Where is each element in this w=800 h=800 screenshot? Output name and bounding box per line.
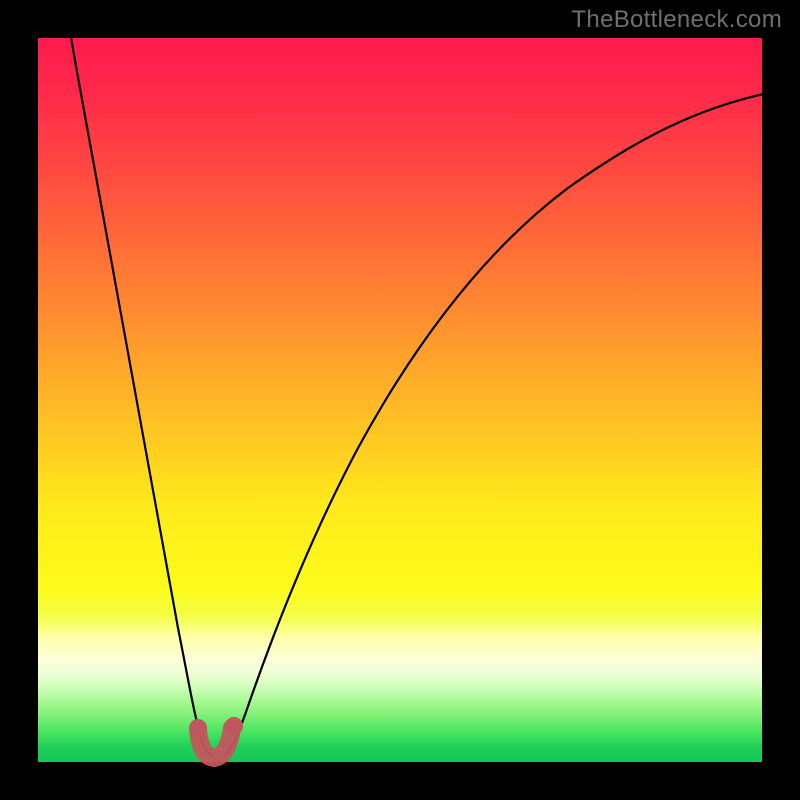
chart-plot-area xyxy=(38,38,762,762)
bottleneck-curve-left xyxy=(70,32,212,756)
valley-marker-dot-right xyxy=(225,717,243,735)
watermark-text: TheBottleneck.com xyxy=(571,6,782,34)
bottleneck-curve-right xyxy=(224,93,768,756)
valley-marker-dot-left xyxy=(189,719,207,737)
chart-svg xyxy=(38,38,762,762)
